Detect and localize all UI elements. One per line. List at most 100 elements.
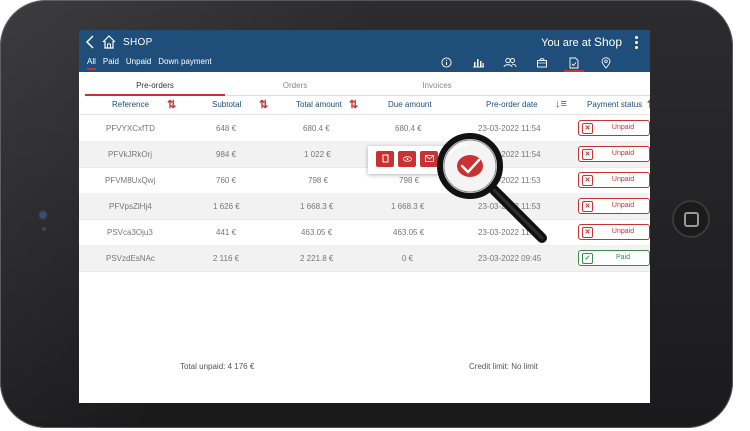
- location-label: You are at Shop: [541, 35, 622, 49]
- status-badge[interactable]: ✕ Unpaid: [578, 224, 650, 240]
- tab-invoices[interactable]: Invoices: [367, 81, 507, 90]
- chevron-left-icon[interactable]: [85, 34, 95, 54]
- column-due-amount[interactable]: Due amount: [388, 100, 432, 109]
- table-row[interactable]: PSVca3Oju3 441 € 463.05 € 463.05 € 23-03…: [79, 219, 650, 246]
- cell-reference: PFVYXCxfTD: [106, 124, 155, 133]
- cell-reference: PFVpsZlHj4: [109, 202, 152, 211]
- sort-date-icon[interactable]: ↓≡: [555, 98, 567, 110]
- shopping-bag-icon[interactable]: [535, 56, 549, 69]
- status-badge[interactable]: ✕ Unpaid: [578, 172, 650, 188]
- status-label: Unpaid: [611, 124, 635, 131]
- status-label: Unpaid: [611, 150, 635, 157]
- close-icon: ✕: [582, 227, 593, 238]
- cell-subtotal: 760 €: [216, 176, 237, 185]
- table-row[interactable]: PFVM8UxQwj 760 € 798 € 798 € 23-03-2022 …: [79, 167, 650, 194]
- filter-paid[interactable]: Paid: [103, 57, 119, 70]
- copy-icon[interactable]: [376, 151, 394, 167]
- column-total-amount[interactable]: Total amount: [296, 100, 342, 109]
- cell-subtotal: 984 €: [216, 150, 237, 159]
- cell-due: 463.05 €: [393, 228, 425, 237]
- users-icon[interactable]: [503, 56, 517, 69]
- cell-date: 23-03-2022 11:54: [478, 150, 541, 159]
- status-badge[interactable]: ✕ Unpaid: [578, 146, 650, 162]
- cell-reference: PSVca3Oju3: [107, 228, 153, 237]
- status-label: Unpaid: [611, 176, 635, 183]
- table-row[interactable]: PFVYXCxfTD 648 € 680.4 € 680.4 € 23-03-2…: [79, 115, 650, 142]
- cell-subtotal: 2 116 €: [213, 254, 240, 263]
- cell-date: 23-03-2022 11:53: [478, 202, 541, 211]
- status-label: Unpaid: [611, 202, 635, 209]
- location-place: Shop: [593, 35, 622, 49]
- cell-date: 23-03-2022 11:54: [478, 124, 541, 133]
- status-badge[interactable]: ✕ Unpaid: [578, 120, 650, 136]
- cell-due: 798 €: [399, 176, 420, 185]
- top-bar: SHOP You are at Shop All Paid Unpaid Dow…: [79, 30, 650, 72]
- tab-orders[interactable]: Orders: [225, 81, 365, 90]
- sort-status-icon[interactable]: ⇅: [647, 98, 650, 111]
- document-icon[interactable]: [564, 56, 584, 72]
- more-menu-icon[interactable]: [635, 34, 638, 51]
- cell-total: 680.4 €: [303, 124, 330, 133]
- column-pre-order-date[interactable]: Pre-order date: [486, 100, 538, 109]
- close-icon: ✕: [582, 123, 593, 134]
- cell-date: 23-03-2022 11:53: [478, 176, 541, 185]
- cell-reference: PFVM8UxQwj: [105, 176, 156, 185]
- filter-bar: All Paid Unpaid Down payment: [87, 57, 212, 70]
- table-row[interactable]: PFVkJRkOrj 984 € 1 022 € 23-03-2022 11:5…: [79, 141, 650, 168]
- home-button-square-icon: [683, 211, 699, 227]
- column-payment-status[interactable]: Payment status: [587, 100, 642, 109]
- sort-subtotal-icon[interactable]: ⇅: [259, 98, 268, 111]
- cell-total: 1 022 €: [304, 150, 331, 159]
- filter-down-payment[interactable]: Down payment: [158, 57, 211, 70]
- sort-total-icon[interactable]: ⇅: [349, 98, 358, 111]
- location-pin-icon[interactable]: [599, 56, 613, 69]
- close-icon: ✕: [582, 175, 593, 186]
- home-icon[interactable]: [101, 34, 117, 55]
- info-icon[interactable]: [439, 56, 453, 69]
- table-header: Reference ⇅ Subtotal ⇅ Total amount ⇅ Du…: [79, 96, 650, 114]
- cell-total: 463.05 €: [301, 228, 333, 237]
- cell-reference: PSVzdEsNAc: [106, 254, 155, 263]
- cell-due: 0 €: [402, 254, 414, 263]
- total-unpaid: Total unpaid: 4 176 €: [180, 362, 255, 371]
- check-icon: ✓: [582, 253, 593, 264]
- cell-subtotal: 441 €: [216, 228, 237, 237]
- column-reference[interactable]: Reference: [112, 100, 149, 109]
- cell-due: 680.4 €: [395, 124, 422, 133]
- cell-date: 23-03-2022 11:53: [478, 228, 541, 237]
- status-label: Unpaid: [611, 228, 635, 235]
- location-prefix: You are at: [541, 37, 591, 49]
- filter-unpaid[interactable]: Unpaid: [126, 57, 151, 70]
- credit-limit: Credit limit: No limit: [469, 362, 538, 371]
- cell-reference: PFVkJRkOrj: [108, 150, 152, 159]
- cell-total: 1 668.3 €: [300, 202, 334, 211]
- status-badge[interactable]: ✓ Paid: [578, 250, 650, 266]
- camera-icon: [40, 212, 46, 218]
- column-subtotal[interactable]: Subtotal: [212, 100, 241, 109]
- cell-subtotal: 1 626 €: [213, 202, 240, 211]
- page-title: SHOP: [123, 37, 153, 48]
- tab-bar: Pre-orders Orders Invoices: [79, 78, 650, 96]
- status-badge[interactable]: ✕ Unpaid: [578, 198, 650, 214]
- close-icon: ✕: [582, 201, 593, 212]
- table-row[interactable]: PFVpsZlHj4 1 626 € 1 668.3 € 1 668.3 € 2…: [79, 193, 650, 220]
- close-icon: ✕: [582, 149, 593, 160]
- eye-icon[interactable]: [398, 151, 416, 167]
- sort-reference-icon[interactable]: ⇅: [167, 98, 176, 111]
- device-home-button[interactable]: [672, 200, 710, 238]
- cell-total: 2 221.8 €: [300, 254, 334, 263]
- cell-subtotal: 648 €: [216, 124, 237, 133]
- sensor-dot: [42, 227, 46, 231]
- row-action-popover: [368, 146, 476, 174]
- status-label: Paid: [615, 254, 630, 261]
- nav-icons: [439, 56, 613, 72]
- tab-pre-orders[interactable]: Pre-orders: [85, 81, 225, 90]
- bar-chart-icon[interactable]: [471, 56, 485, 69]
- app-screen: SHOP You are at Shop All Paid Unpaid Dow…: [79, 30, 650, 403]
- cell-date: 23-03-2022 09:45: [478, 254, 542, 263]
- cell-total: 798 €: [308, 176, 329, 185]
- table-row[interactable]: PSVzdEsNAc 2 116 € 2 221.8 € 0 € 23-03-2…: [79, 245, 650, 272]
- filter-all[interactable]: All: [87, 57, 96, 70]
- mail-icon[interactable]: [420, 151, 438, 167]
- cell-due: 1 668.3 €: [391, 202, 425, 211]
